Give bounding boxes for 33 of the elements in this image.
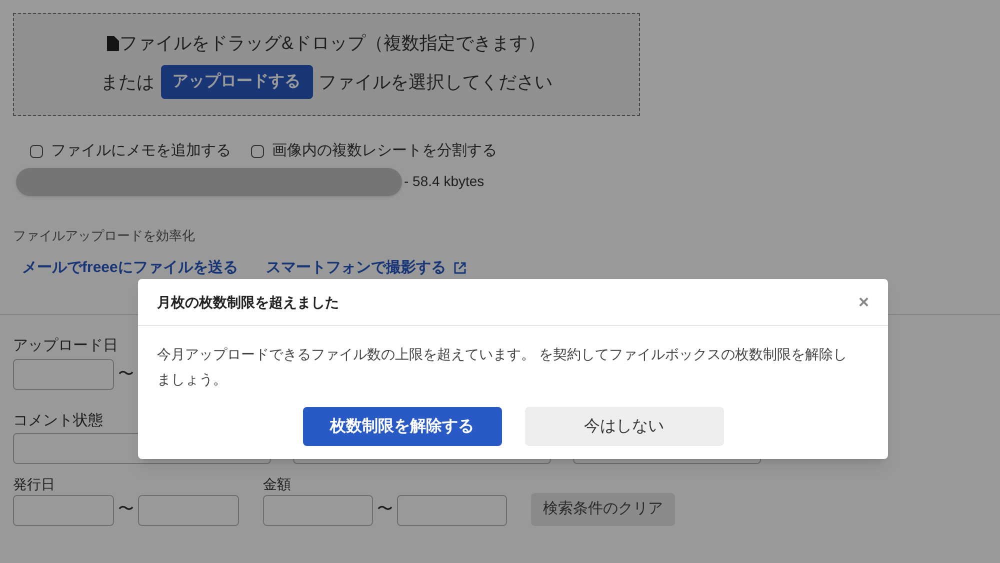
link[interactable]: メールでfreeeにファイルを送る <box>22 257 238 280</box>
input-field[interactable] <box>13 359 114 390</box>
checkbox-label: ファイルにメモを追加する <box>51 141 231 161</box>
field-label: コメント状態 <box>13 411 103 431</box>
external-link-icon <box>454 262 466 274</box>
section-heading: ファイルアップロードを効率化 <box>13 226 196 244</box>
input-field[interactable] <box>263 494 373 526</box>
unlock-limit-button[interactable]: 枚数制限を解除する <box>302 407 502 446</box>
field-label: 発行日 <box>13 474 56 494</box>
range-separator: 〜 <box>118 364 134 384</box>
input-field[interactable] <box>13 494 114 526</box>
not-now-button[interactable]: 今はしない <box>524 407 724 446</box>
clear-button[interactable]: 検索条件のクリア <box>531 492 675 526</box>
field-label: 金額 <box>263 474 292 494</box>
drop-instruction: ファイルをドラッグ&ドロップ（複数指定できます） <box>119 32 546 55</box>
drop-zone[interactable]: ファイルをドラッグ&ドロップ（複数指定できます） または アップロードする ファイルを選択してください <box>13 13 640 116</box>
close-button[interactable]: × <box>858 293 869 311</box>
file-size: - 58.4 kbytes <box>404 172 484 191</box>
select-file-text: ファイルを選択してください <box>318 70 552 94</box>
or-text: または <box>100 70 154 94</box>
modal-title: 月枚の枚数制限を超えました <box>157 292 339 312</box>
input-field[interactable] <box>138 494 239 526</box>
input-field[interactable] <box>397 494 507 526</box>
checkbox[interactable] <box>251 144 264 158</box>
upload-button[interactable]: アップロードする <box>160 65 312 99</box>
file-icon <box>107 36 120 51</box>
range-separator: 〜 <box>377 500 393 520</box>
link[interactable]: スマートフォンで撮影する <box>266 257 466 280</box>
checkbox-label: 画像内の複数レシートを分割する <box>272 141 497 161</box>
modal-message: 今月アップロードできるファイル数の上限を超えています。 を契約してファイルボックスの枚数制限を解除しましょう。 <box>156 345 848 389</box>
range-separator: 〜 <box>118 500 134 520</box>
field-label: アップロード日 <box>13 336 118 356</box>
checkbox[interactable] <box>30 144 43 158</box>
